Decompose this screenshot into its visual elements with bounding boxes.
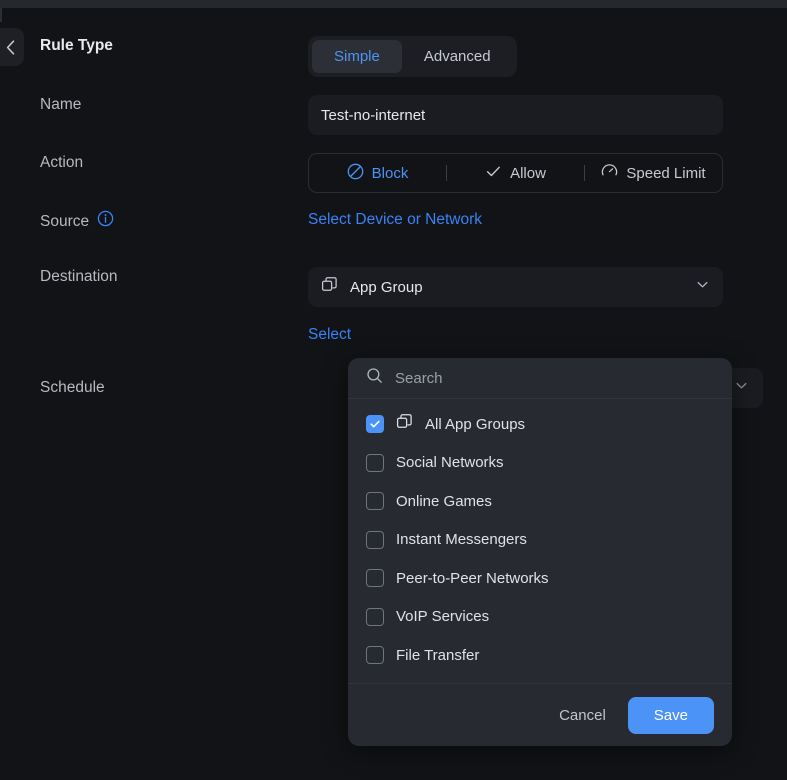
block-icon xyxy=(347,163,364,184)
page-title: Rule Type xyxy=(0,36,308,56)
search-icon xyxy=(366,367,383,389)
list-item[interactable]: All App Groups xyxy=(348,405,732,444)
list-item-label: Social Networks xyxy=(396,454,504,471)
select-device-or-network-link[interactable]: Select Device or Network xyxy=(308,210,482,230)
list-item[interactable]: Online Games xyxy=(348,482,732,521)
window-left-edge xyxy=(0,8,2,22)
row-destination-select-link: Select xyxy=(0,325,787,345)
list-item-label: Online Games xyxy=(396,493,492,510)
schedule-label: Schedule xyxy=(0,378,308,398)
action-option-block[interactable]: Block xyxy=(309,154,446,192)
mode-tabs: Simple Advanced xyxy=(308,36,723,77)
row-destination: Destination App Group xyxy=(0,267,787,307)
tab-simple[interactable]: Simple xyxy=(312,40,402,73)
checkbox-checked[interactable] xyxy=(366,415,384,433)
checkbox-unchecked[interactable] xyxy=(366,608,384,626)
source-label-text: Source xyxy=(40,212,89,232)
action-option-allow-label: Allow xyxy=(510,165,546,182)
destination-label: Destination xyxy=(0,267,308,287)
search-input[interactable] xyxy=(395,370,714,387)
chevron-down-icon xyxy=(695,277,710,297)
list-item[interactable]: Social Networks xyxy=(348,444,732,483)
app-group-list[interactable]: All App Groups Social Networks Online Ga… xyxy=(348,399,732,683)
action-option-block-label: Block xyxy=(372,165,409,182)
row-source: Source Select Device or Network xyxy=(0,210,787,233)
list-item[interactable]: VoIP Services xyxy=(348,598,732,637)
app-group-icon xyxy=(396,413,413,435)
app-group-dropdown: All App Groups Social Networks Online Ga… xyxy=(348,358,732,746)
window-top-strip xyxy=(0,0,787,8)
cancel-button[interactable]: Cancel xyxy=(543,698,622,733)
row-rule-type: Rule Type Simple Advanced xyxy=(0,36,787,77)
list-item-label: Peer-to-Peer Networks xyxy=(396,570,549,587)
destination-type-select[interactable]: App Group xyxy=(308,267,723,307)
checkbox-unchecked[interactable] xyxy=(366,569,384,587)
name-input[interactable] xyxy=(308,95,723,135)
gauge-icon xyxy=(601,163,618,184)
action-label: Action xyxy=(0,153,308,173)
dropdown-footer: Cancel Save xyxy=(348,683,732,746)
checkbox-unchecked[interactable] xyxy=(366,531,384,549)
destination-select-link[interactable]: Select xyxy=(308,325,351,345)
action-segmented-control: Block Allow xyxy=(308,153,723,193)
source-label: Source xyxy=(0,210,308,233)
list-item[interactable]: Media Streaming Services xyxy=(348,675,732,684)
name-label: Name xyxy=(0,95,308,115)
destination-type-value: App Group xyxy=(350,279,683,296)
action-option-speed-limit[interactable]: Speed Limit xyxy=(585,154,722,192)
list-item-label: VoIP Services xyxy=(396,608,489,625)
list-item[interactable]: Peer-to-Peer Networks xyxy=(348,559,732,598)
checkbox-unchecked[interactable] xyxy=(366,454,384,472)
dropdown-search-row xyxy=(348,358,732,399)
list-item-label: All App Groups xyxy=(425,416,525,433)
app-group-icon xyxy=(321,276,338,298)
list-item[interactable]: Instant Messengers xyxy=(348,521,732,560)
row-action: Action Block xyxy=(0,153,787,193)
list-item-label: Instant Messengers xyxy=(396,531,527,548)
check-icon xyxy=(485,163,502,184)
info-icon[interactable] xyxy=(97,210,114,233)
rule-editor-page: Rule Type Simple Advanced Name Action xyxy=(0,0,787,780)
tab-advanced[interactable]: Advanced xyxy=(402,40,513,73)
action-option-speed-limit-label: Speed Limit xyxy=(626,165,705,182)
action-option-allow[interactable]: Allow xyxy=(447,154,584,192)
save-button[interactable]: Save xyxy=(628,697,714,734)
list-item-label: File Transfer xyxy=(396,647,479,664)
checkbox-unchecked[interactable] xyxy=(366,492,384,510)
checkbox-unchecked[interactable] xyxy=(366,646,384,664)
row-name: Name xyxy=(0,95,787,135)
list-item[interactable]: File Transfer xyxy=(348,636,732,675)
